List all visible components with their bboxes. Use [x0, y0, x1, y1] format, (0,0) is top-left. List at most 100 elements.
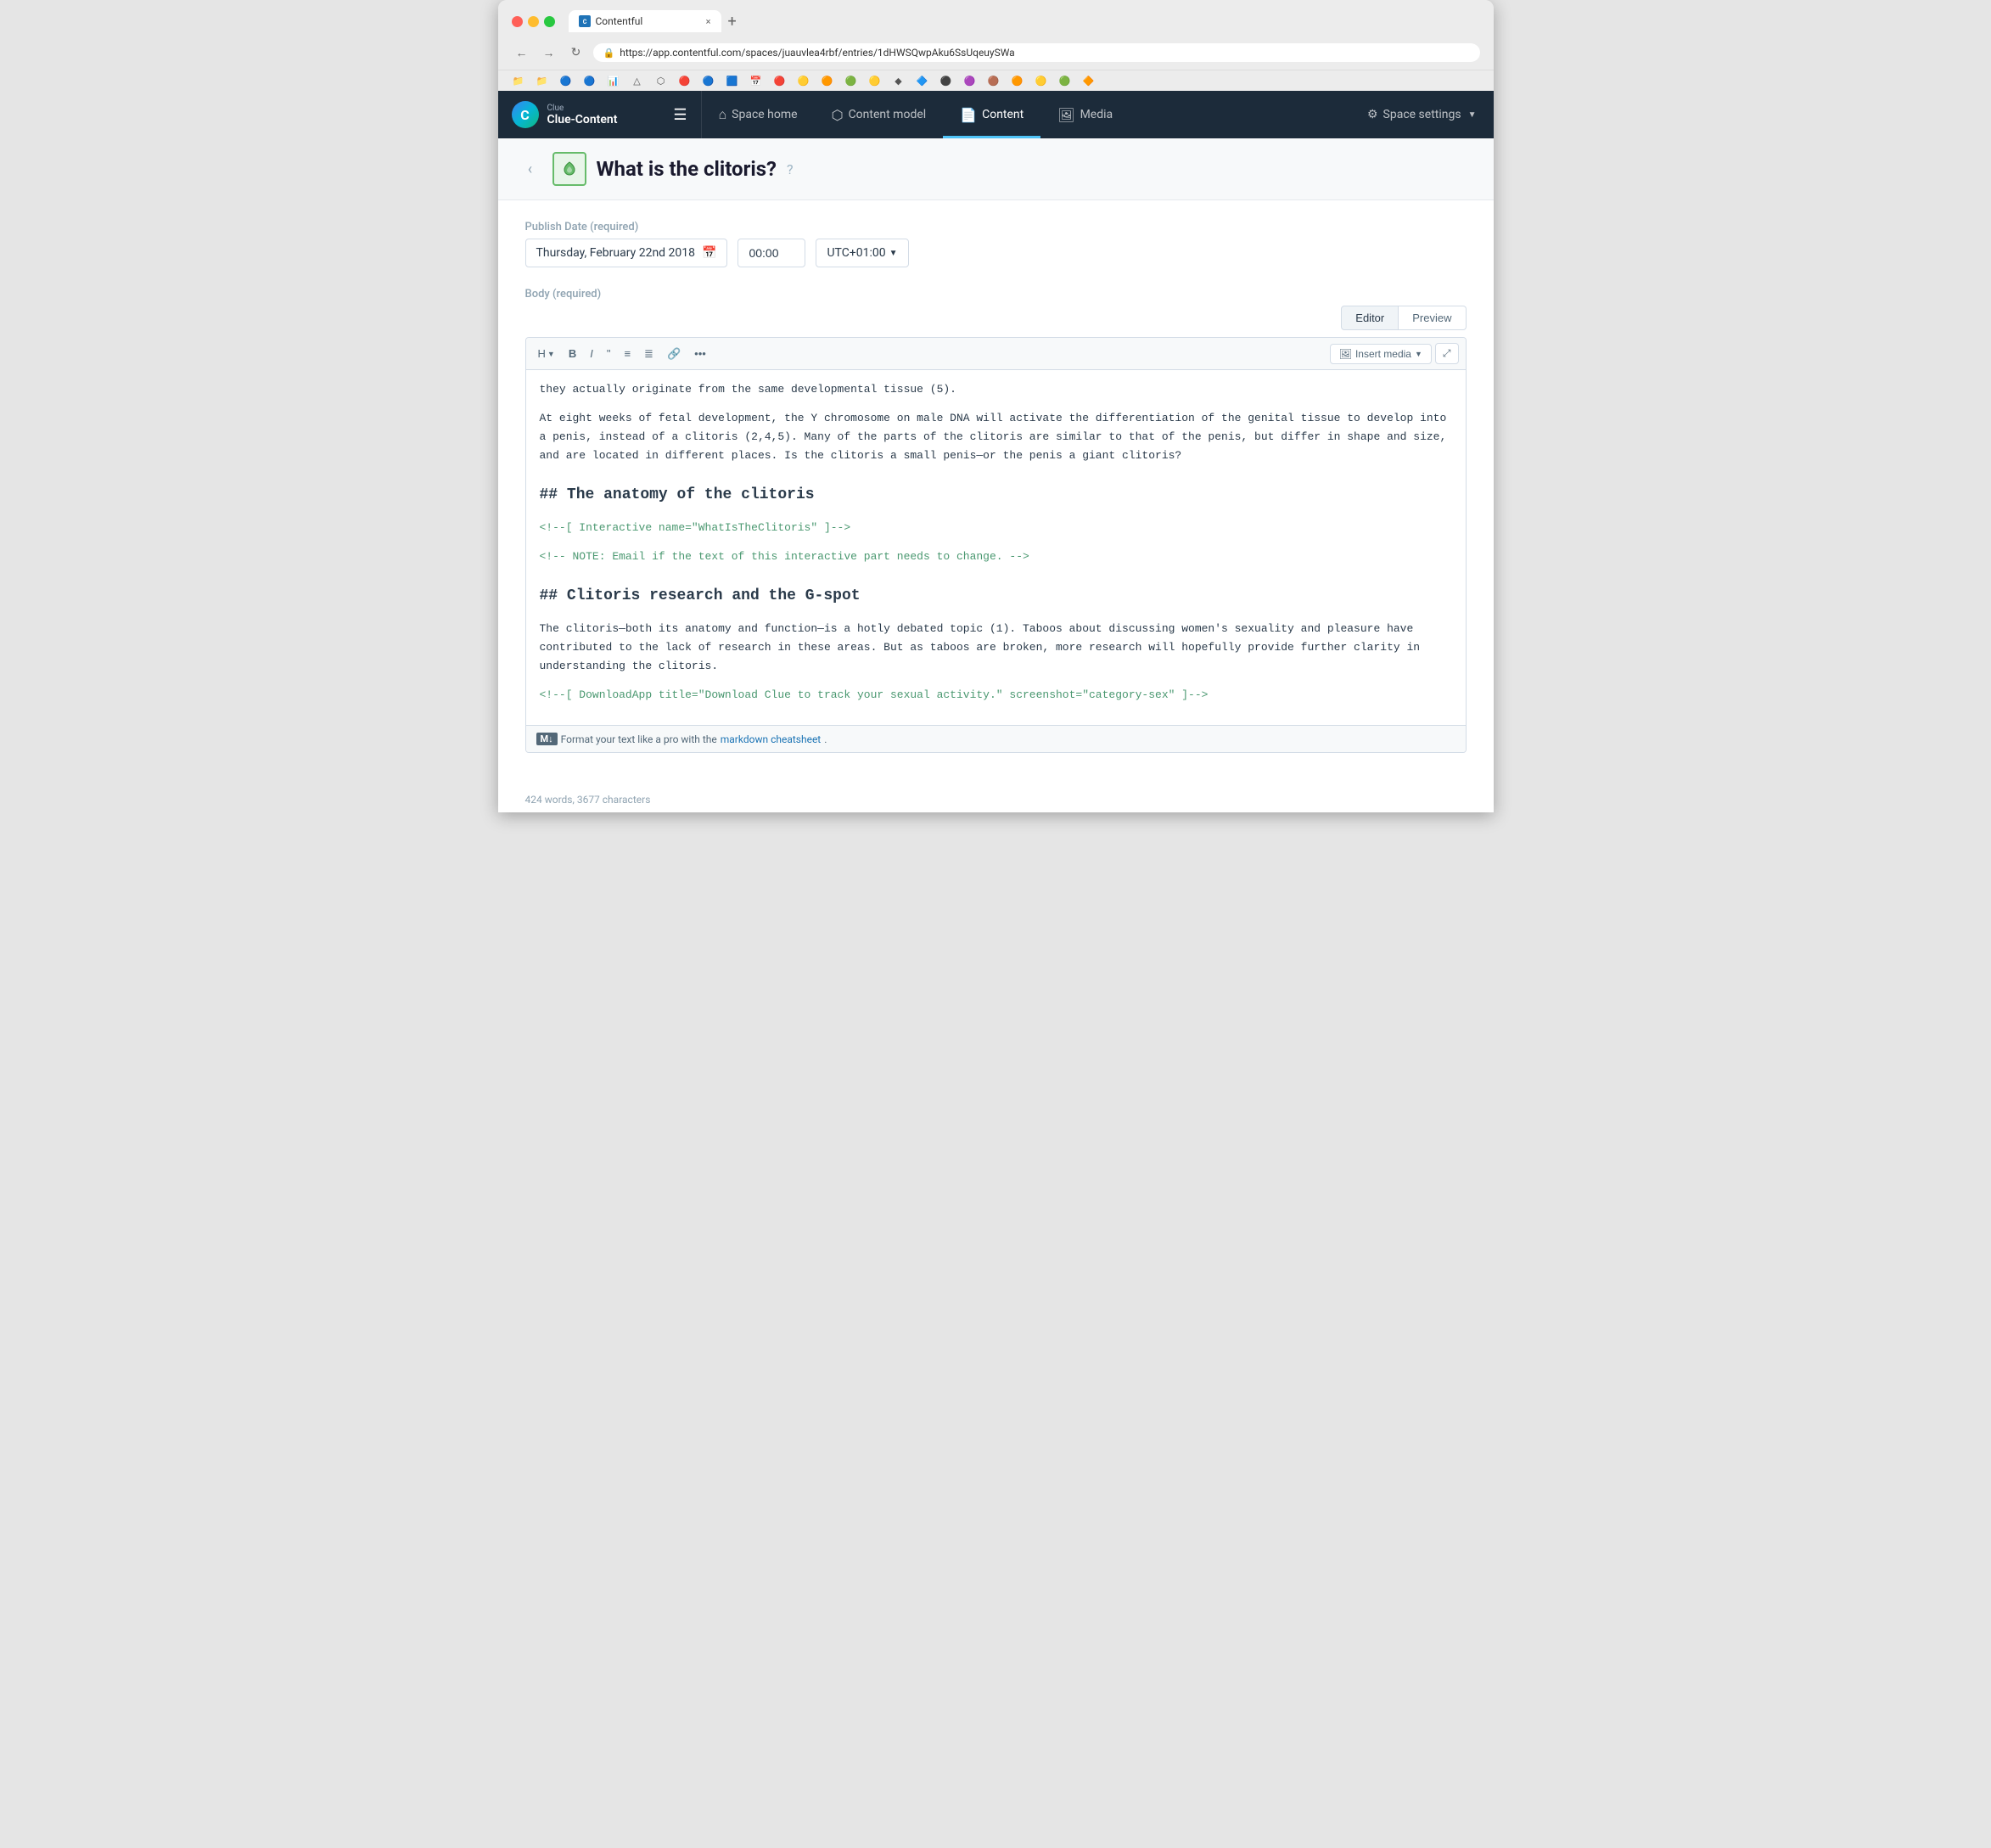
browser-titlebar: C Contentful × +: [498, 0, 1494, 39]
unordered-list-button[interactable]: ≡: [619, 344, 636, 363]
timezone-select[interactable]: UTC+01:00 ▼: [816, 239, 908, 267]
minimize-traffic-light[interactable]: [528, 16, 539, 27]
editor-paragraph-1: they actually originate from the same de…: [540, 380, 1452, 399]
bookmark-icon-8[interactable]: 🔴: [678, 74, 692, 87]
settings-icon: ⚙: [1367, 108, 1378, 121]
quote-button[interactable]: ": [602, 344, 616, 363]
bookmark-icon-21[interactable]: 🟤: [987, 74, 1001, 87]
insert-media-dropdown-icon: ▼: [1415, 350, 1422, 358]
bookmark-icon-11[interactable]: 📅: [749, 74, 763, 87]
nav-content-model[interactable]: ⬡ Content model: [815, 91, 944, 138]
bookmark-icon-2[interactable]: 📁: [536, 74, 549, 87]
nav-menu: ⌂ Space home ⬡ Content model 📄 Content 🖼…: [702, 91, 1494, 138]
bookmark-icon-3[interactable]: 🔵: [559, 74, 573, 87]
traffic-lights: [512, 16, 555, 27]
help-icon[interactable]: ?: [787, 161, 794, 177]
word-count: 424 words, 3677 characters: [498, 787, 1494, 812]
date-picker[interactable]: Thursday, February 22nd 2018 📅: [525, 239, 728, 267]
insert-media-button[interactable]: 🖼 Insert media ▼: [1330, 344, 1432, 364]
forward-nav-button[interactable]: →: [539, 42, 559, 63]
date-value: Thursday, February 22nd 2018: [536, 246, 696, 260]
logo-title: Clue-Content: [547, 113, 618, 126]
hamburger-menu-icon[interactable]: ☰: [673, 106, 687, 124]
bold-button[interactable]: B: [564, 344, 581, 363]
editor-heading-2: ## Clitoris research and the G-spot: [540, 583, 1452, 609]
bookmark-icon-9[interactable]: 🔵: [702, 74, 715, 87]
timezone-dropdown-icon: ▼: [889, 249, 898, 258]
format-text-suffix: .: [824, 733, 827, 745]
format-text: Format your text like a pro with the: [561, 733, 717, 745]
heading-dropdown-icon: ▼: [547, 350, 555, 358]
nav-space-settings[interactable]: ⚙ Space settings ▼: [1350, 108, 1494, 121]
timezone-value: UTC+01:00: [827, 246, 885, 260]
editor-body[interactable]: they actually originate from the same de…: [526, 370, 1466, 725]
link-button[interactable]: 🔗: [662, 344, 686, 364]
bookmark-icon-10[interactable]: 🟦: [726, 74, 739, 87]
fullscreen-button[interactable]: ⤢: [1435, 343, 1459, 364]
editor-tab-editor[interactable]: Editor: [1341, 306, 1399, 330]
back-button[interactable]: ‹: [519, 157, 542, 181]
close-traffic-light[interactable]: [512, 16, 523, 27]
ul-label: ≡: [624, 347, 631, 360]
editor-comment-2: <!-- NOTE: Email if the text of this int…: [540, 548, 1452, 566]
bookmark-icon-15[interactable]: 🟢: [844, 74, 858, 87]
insert-media-icon: 🖼: [1339, 348, 1352, 360]
more-options-button[interactable]: •••: [689, 344, 711, 363]
bookmark-icon-22[interactable]: 🟠: [1011, 74, 1024, 87]
editor-tab-preview[interactable]: Preview: [1399, 306, 1466, 330]
new-tab-button[interactable]: +: [725, 13, 740, 31]
tab-title: Contentful: [596, 15, 643, 27]
editor-paragraph-2: At eight weeks of fetal development, the…: [540, 409, 1452, 465]
top-nav: C Clue Clue-Content ☰ ⌂ Space home ⬡ Con…: [498, 91, 1494, 138]
bookmark-icon-14[interactable]: 🟠: [821, 74, 834, 87]
reload-button[interactable]: ↻: [566, 42, 586, 63]
word-count-text: 424 words, 3677 characters: [525, 794, 651, 806]
bookmark-icon-20[interactable]: 🟣: [963, 74, 977, 87]
content-icon: 📄: [960, 107, 977, 123]
bookmark-icon-17[interactable]: ◆: [892, 74, 906, 87]
bookmark-icon-7[interactable]: ⬡: [654, 74, 668, 87]
tab-bar: C Contentful × +: [569, 10, 1480, 32]
ordered-list-button[interactable]: ≣: [639, 344, 659, 364]
address-bar[interactable]: 🔒 https://app.contentful.com/spaces/juau…: [593, 43, 1480, 62]
bookmark-icon-19[interactable]: ⚫: [939, 74, 953, 87]
nav-space-settings-label: Space settings: [1383, 108, 1461, 121]
bookmark-icon-16[interactable]: 🟡: [868, 74, 882, 87]
bookmark-icon-23[interactable]: 🟡: [1035, 74, 1048, 87]
url-text: https://app.contentful.com/spaces/juauvl…: [620, 47, 1015, 59]
publish-date-label: Publish Date (required): [525, 221, 1467, 233]
quote-label: ": [607, 347, 611, 360]
nav-content[interactable]: 📄 Content: [943, 91, 1040, 138]
back-nav-button[interactable]: ←: [512, 42, 532, 63]
link-label: 🔗: [667, 347, 681, 361]
italic-button[interactable]: I: [585, 344, 598, 363]
entry-title: What is the clitoris?: [597, 157, 777, 181]
bookmark-icon-25[interactable]: 🔶: [1082, 74, 1096, 87]
main-content: Publish Date (required) Thursday, Februa…: [498, 200, 1494, 787]
publish-date-field: Publish Date (required) Thursday, Februa…: [525, 221, 1467, 267]
home-icon: ⌂: [719, 106, 727, 123]
bookmark-icon-4[interactable]: 🔵: [583, 74, 597, 87]
editor-toolbar: H ▼ B I " ≡: [526, 338, 1466, 370]
browser-tab-active[interactable]: C Contentful ×: [569, 10, 721, 32]
entry-icon: [552, 152, 586, 186]
bookmark-icon-12[interactable]: 🔴: [773, 74, 787, 87]
bookmark-icon-5[interactable]: 📊: [607, 74, 620, 87]
media-icon: 🖼: [1057, 107, 1074, 123]
markdown-badge: M↓: [536, 733, 558, 745]
bookmark-icon-18[interactable]: 🔷: [916, 74, 929, 87]
body-field: Body (required) Editor Preview H ▼ B: [525, 288, 1467, 753]
tab-close-button[interactable]: ×: [706, 16, 711, 27]
tab-favicon: C: [579, 15, 591, 27]
heading-button[interactable]: H ▼: [533, 344, 560, 363]
nav-space-home[interactable]: ⌂ Space home: [702, 91, 815, 138]
bookmark-icon-24[interactable]: 🟢: [1058, 74, 1072, 87]
maximize-traffic-light[interactable]: [544, 16, 555, 27]
bookmark-icon-1[interactable]: 📁: [512, 74, 525, 87]
nav-media[interactable]: 🖼 Media: [1040, 91, 1130, 138]
time-input[interactable]: [738, 239, 805, 267]
bookmark-icon-13[interactable]: 🟡: [797, 74, 810, 87]
fullscreen-icon: ⤢: [1443, 347, 1451, 359]
markdown-cheatsheet-link[interactable]: markdown cheatsheet: [721, 733, 821, 745]
bookmark-icon-6[interactable]: △: [631, 74, 644, 87]
